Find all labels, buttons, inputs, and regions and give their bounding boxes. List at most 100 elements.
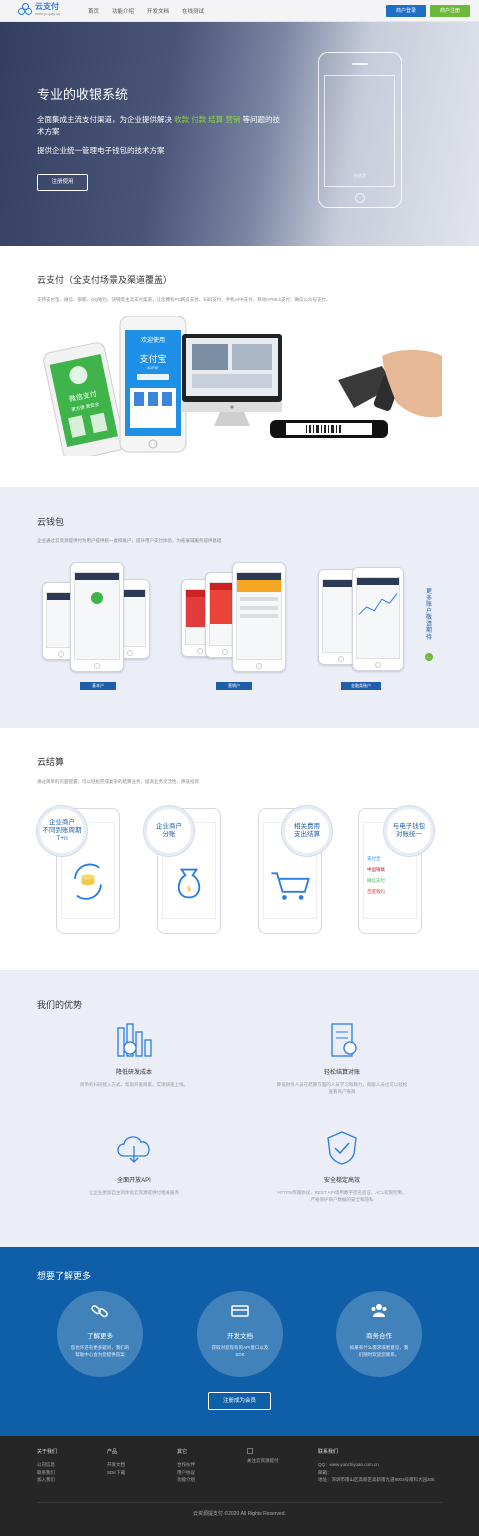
- footer-follow-text: 关注云资源提付: [247, 1458, 279, 1463]
- nav-online-test[interactable]: 在线测试: [182, 7, 204, 15]
- footer-link[interactable]: 用户协议: [177, 1469, 195, 1477]
- merchant-register-button[interactable]: 商户注册: [430, 5, 470, 17]
- top-header: 云支付 www.jc-pay.cn 首页 功能介绍 开发文档 在线测试 商户登录…: [0, 0, 479, 22]
- business-card[interactable]: 商务合作 如果有什么需求或者意见，我们随时欢迎您联系。: [336, 1291, 422, 1377]
- hero-desc-text: 全面集成主流支付渠道，为企业提供解决: [37, 115, 172, 124]
- footer-link[interactable]: 公司信息: [37, 1461, 57, 1469]
- circle-line: 相关费用: [294, 823, 320, 830]
- hero-subtitle: 提供企业统一管理电子钱包的技术方案: [37, 146, 165, 155]
- wallet-label-marketing: 营销户: [216, 682, 252, 690]
- advantage-desc: 降低财务人员在结算方面的人员学习和精力，商服人员也可以轻松查看商户账目: [276, 1082, 408, 1094]
- section-learn-more: 想要了解更多 了解更多 您也许还有更多疑问，我们的帮助中心会为您提供答案 开发文…: [0, 1247, 479, 1436]
- card-title: 了解更多: [87, 1333, 113, 1340]
- phone-slogan: 在这里: [354, 173, 366, 178]
- hero-description: 全面集成主流支付渠道，为企业提供解决 收款 付款 结算 营销 等问题的技术方案: [37, 114, 287, 138]
- advantage-title: 安全稳定高效: [323, 1178, 360, 1184]
- footer-col-follow: 关注云资源提付: [247, 1448, 279, 1465]
- footer-link[interactable]: SDK下载: [107, 1469, 125, 1477]
- settle-circle-split: 企业商户 分账: [144, 806, 194, 856]
- section-title: 云支付（全支付场景及渠道覆盖）: [37, 275, 173, 285]
- card-desc: 获取对您现有的API接口以及SDK: [211, 1345, 269, 1357]
- circle-line: 支出结算: [294, 831, 320, 838]
- footer-link[interactable]: 合作伙伴: [177, 1461, 195, 1469]
- footer-col-contact: 联系我们 QQ：www.yunzhiyuan.com.cn 邮箱： 地址：深圳市…: [318, 1448, 443, 1484]
- advantage-title: 全面开放API: [117, 1178, 151, 1184]
- merchant-login-button[interactable]: 商户登录: [386, 5, 426, 17]
- footer-link[interactable]: 开发文档: [107, 1461, 125, 1469]
- alipay-brand-en: ALIPAY: [147, 366, 159, 370]
- section-description: 支持支付宝、微信、银联、QQ钱包、快钱等主流支付渠道，让您拥有PC网页支付、扫码…: [37, 297, 331, 302]
- nav-home[interactable]: 首页: [88, 7, 99, 15]
- learn-more-card[interactable]: 了解更多 您也许还有更多疑问，我们的帮助中心会为您提供答案: [57, 1291, 143, 1377]
- advantage-desc: HTTPS传输协议、REST API调用数字签名验证、ACL权限控制、严格保护商…: [277, 1190, 407, 1202]
- card-title: 商务合作: [366, 1333, 392, 1340]
- settle-circle-fees: 相关费用 支出结算: [282, 806, 332, 856]
- footer-heading: 其它: [177, 1449, 188, 1455]
- logo-icon: [18, 3, 32, 17]
- footer-link[interactable]: 功能介绍: [177, 1476, 195, 1484]
- users-icon: [371, 1304, 387, 1317]
- circle-line: 分账: [162, 831, 176, 838]
- circle-line: 对账统一: [396, 831, 422, 838]
- footer-col-other: 其它 合作伙伴 用户协议 功能介绍: [177, 1448, 195, 1484]
- circle-line: 企业商户: [49, 819, 75, 826]
- section-title: 云结算: [37, 757, 65, 767]
- svg-text:$: $: [187, 884, 192, 893]
- footer-heading: 关于我们: [37, 1449, 58, 1455]
- cloud-icon: [117, 1136, 150, 1163]
- advantage-desc: 简单的扫码接入方式，帮助开发商家，实现快速上线。: [80, 1082, 188, 1087]
- receipt-icon: [331, 1023, 357, 1057]
- settle-circle-period: 企业商户 不同到账周期 T+n: [37, 806, 87, 856]
- card-icon: [231, 1305, 249, 1317]
- dev-docs-card[interactable]: 开发文档 获取对您现有的API接口以及SDK: [197, 1291, 283, 1377]
- footer-link[interactable]: 加入我们: [37, 1476, 57, 1484]
- logo-url: www.jc-pay.cn: [35, 11, 61, 16]
- phone-outline-illustration: 在这里: [318, 52, 402, 208]
- wallet-label-basic: 基本户: [80, 682, 116, 690]
- circle-line: 企业商户: [156, 823, 182, 830]
- hero-hl-market: 营销: [225, 115, 241, 124]
- alipay-welcome: 欢迎使用: [141, 336, 165, 344]
- shield-icon: [327, 1131, 357, 1165]
- qr-image-placeholder-icon: [247, 1448, 253, 1454]
- wallet-label-finance: 金融类账户: [341, 682, 381, 690]
- link-icon: [91, 1305, 108, 1318]
- settle-circle-wallet: 与电子钱包 对账统一: [384, 806, 434, 856]
- circle-line: 不同到账周期: [42, 827, 82, 834]
- wallet-list-wechat: 微信支付: [367, 878, 385, 883]
- hero-hl-settle: 结算: [208, 115, 224, 124]
- devices-illustration: 微信支付 更方便 更安全 欢迎使用 支付宝 ALIPAY: [43, 316, 442, 456]
- register-use-button[interactable]: 注册使用: [37, 174, 88, 191]
- wallet-list-unionpay: 中国银联: [367, 867, 385, 872]
- advantage-title: 轻松结算对账: [323, 1070, 360, 1076]
- chart-bars-icon: [117, 1023, 152, 1057]
- wallet-phone-main: [232, 562, 286, 672]
- hero-banner: 专业的收银系统 全面集成主流支付渠道，为企业提供解决 收款 付款 结算 营销 等…: [0, 22, 479, 246]
- section-title: 想要了解更多: [37, 1271, 92, 1281]
- logo[interactable]: 云支付 www.jc-pay.cn: [18, 3, 60, 17]
- nav-features[interactable]: 功能介绍: [112, 7, 134, 15]
- circle-line: T+n: [56, 835, 68, 842]
- wallet-list-baidu: 百度钱包: [367, 889, 385, 894]
- advantage-item: 轻松结算对账 降低财务人员在结算方面的人员学习和精力，商服人员也可以轻松查看商户…: [252, 1022, 432, 1095]
- more-accounts-tag: 更多账户 敬请期待: [425, 589, 432, 641]
- section-title: 我们的优势: [37, 1000, 83, 1010]
- alipay-brand: 支付宝: [139, 353, 166, 364]
- nav-docs[interactable]: 开发文档: [147, 7, 169, 15]
- footer-divider: [37, 1502, 442, 1503]
- hero-title: 专业的收银系统: [37, 87, 129, 102]
- register-member-button[interactable]: 注册成为会员: [208, 1392, 271, 1410]
- hero-hl-pay: 付款: [191, 115, 207, 124]
- section-description: 通过简单的页面配置，可以轻松完成复杂的结算业务，提高业务灵活性，降低投资: [37, 779, 199, 784]
- advantage-item: 降低研发成本 简单的扫码接入方式，帮助开发商家，实现快速上线。: [44, 1022, 224, 1088]
- main-nav: 首页 功能介绍 开发文档 在线测试: [88, 7, 204, 15]
- advantage-title: 降低研发成本: [115, 1070, 152, 1076]
- footer-address: 地址：深圳市南山区高新区高新南九道9003号南科大园306: [318, 1477, 435, 1482]
- section-cloud-wallet: 云钱包 企业通过云资源提供付为用户提供统一虚拟账户，提升用户支付体验，为拓展辅服…: [0, 487, 479, 728]
- section-cloud-pay: 云支付（全支付场景及渠道覆盖） 支持支付宝、微信、银联、QQ钱包、快钱等主流支付…: [0, 246, 479, 487]
- footer-link[interactable]: 联系我们: [37, 1469, 57, 1477]
- wallet-phone-main: [352, 567, 404, 671]
- footer: 关于我们 公司信息 联系我们 加入我们 产品 开发文档 SDK下载 其它 合作伙…: [0, 1436, 479, 1536]
- section-description: 企业通过云资源提供付为用户提供统一虚拟账户，提升用户支付体验，为拓展辅服务提供基…: [37, 538, 222, 543]
- section-advantages: 我们的优势 降低研发成本 简单的扫码接入方式，帮助开发商家，实现快速上线。 轻松…: [0, 970, 479, 1247]
